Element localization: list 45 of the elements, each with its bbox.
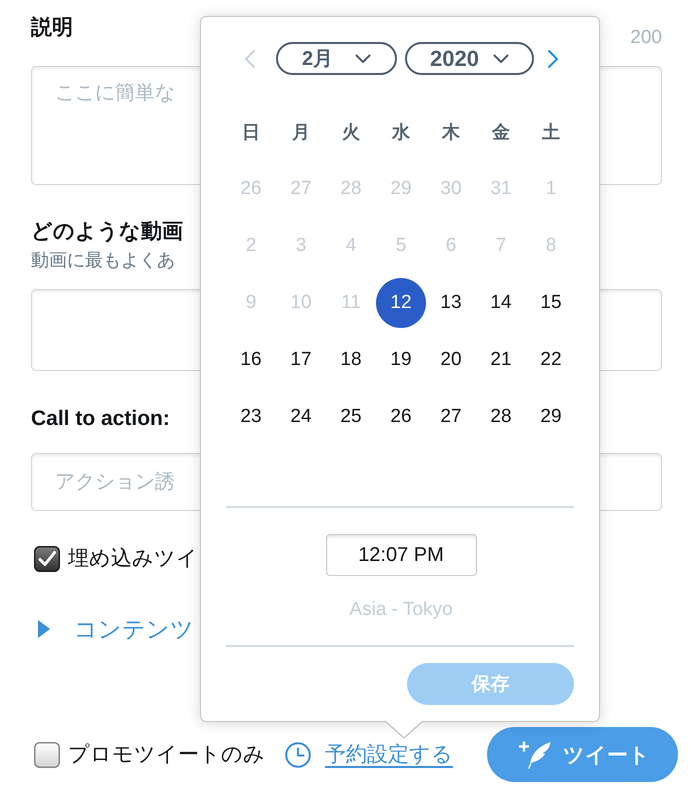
calendar-day[interactable]: 25 [326,392,376,442]
calendar-day[interactable]: 21 [476,334,526,384]
feather-plus-icon [519,740,551,769]
weekday-label: 火 [341,121,361,144]
checkbox[interactable] [34,742,60,768]
time-field[interactable]: 12:07 PM [326,534,476,576]
calendar-day[interactable]: 29 [526,392,576,442]
calendar-day[interactable]: 13 [426,278,476,328]
field-hint: 動画に最もよくあ [31,249,175,271]
next-month-icon[interactable] [547,48,559,68]
checkbox-label[interactable]: プロモツイートのみ [68,740,265,768]
disclosure-toggle[interactable]: コンテンツ [38,615,194,643]
calendar-day[interactable]: 24 [276,392,326,442]
clock-icon[interactable] [285,742,311,768]
year-select[interactable]: 2020 [405,42,534,75]
weekday-label: 土 [541,121,561,144]
weekday-label: 木 [440,121,461,144]
chevron-down-icon [355,54,372,64]
field-label: 説明 [31,15,73,41]
calendar-day[interactable]: 12 [376,278,426,328]
weekday-label: 月 [291,121,311,144]
month-select[interactable]: 2月 [276,42,397,75]
calendar-day[interactable]: 15 [526,278,576,328]
schedule-link[interactable]: 予約設定する [325,740,453,768]
calendar-day[interactable]: 28 [476,392,526,442]
timezone-label: Asia - Tokyo [349,598,453,622]
chevron-down-icon [492,54,509,64]
calendar-day[interactable]: 18 [326,334,376,384]
weekday-label: 日 [241,121,261,144]
field-label: Call to action: [31,406,170,432]
calendar-day[interactable]: 16 [226,334,276,384]
calendar-day[interactable]: 14 [476,278,526,328]
calendar-day[interactable]: 22 [526,334,576,384]
calendar-day[interactable]: 19 [376,334,426,384]
character-counter: 200 [630,26,662,50]
checkbox[interactable] [34,546,60,572]
checkbox-label[interactable]: 埋め込みツイ [68,545,198,573]
calendar-day[interactable]: 23 [226,392,276,442]
weekday-label: 金 [490,121,511,144]
calendar-day[interactable]: 20 [426,334,476,384]
field-label: どのような動画 [31,219,183,245]
weekday-label: 水 [390,121,411,144]
calendar-day[interactable]: 27 [426,392,476,442]
calendar-day[interactable]: 17 [276,334,326,384]
calendar-day[interactable]: 26 [376,392,426,442]
